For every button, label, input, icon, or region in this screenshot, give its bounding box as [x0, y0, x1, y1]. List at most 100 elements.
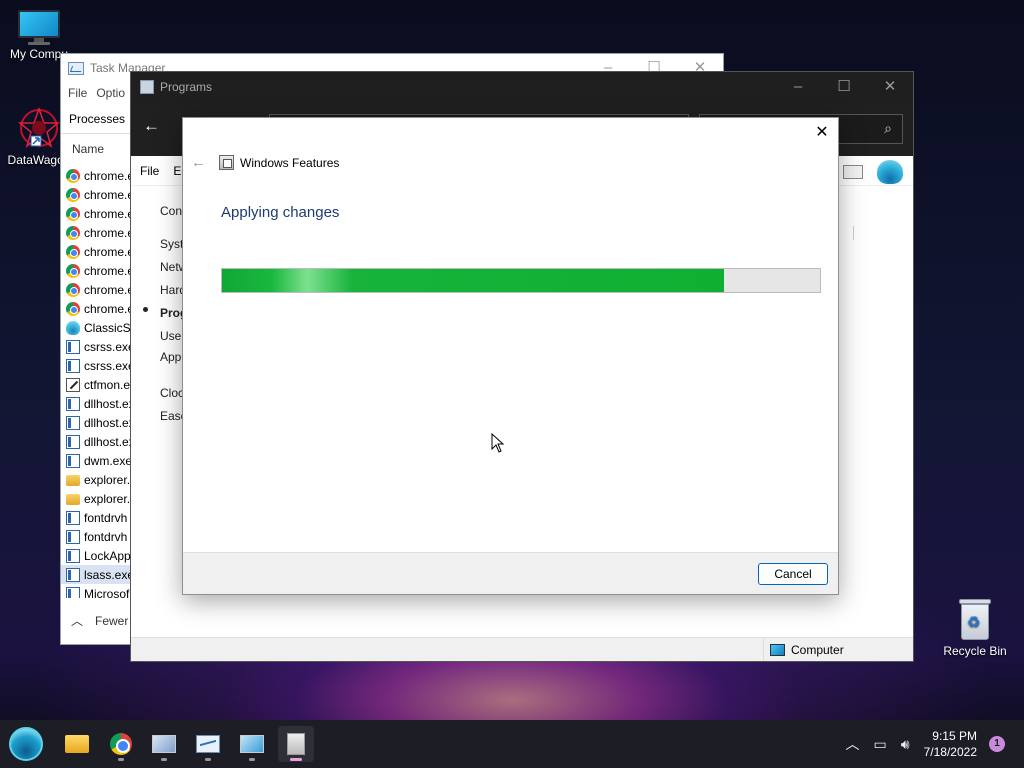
window-icon	[66, 548, 80, 563]
clock[interactable]: 9:15 PM 7/18/2022	[924, 728, 977, 760]
process-row[interactable]: chrome.e	[61, 185, 131, 204]
control-panel-icon	[140, 80, 154, 94]
chrome-icon	[66, 282, 80, 297]
programs-titlebar[interactable]: Programs – ☐ ✕	[131, 72, 913, 102]
process-row[interactable]: chrome.e	[61, 166, 131, 185]
process-name: dllhost.ex	[84, 434, 131, 449]
process-name: explorer.	[84, 491, 131, 506]
window-icon	[66, 415, 80, 430]
taskbar-control-panel[interactable]	[234, 726, 270, 762]
window-icon	[66, 510, 80, 525]
process-row[interactable]: explorer.	[61, 489, 131, 508]
active-bullet-icon	[143, 307, 148, 312]
process-name: chrome.e	[84, 263, 131, 278]
chrome-icon	[66, 301, 80, 316]
process-row[interactable]: csrss.exe	[61, 356, 131, 375]
process-name: fontdrvh	[84, 510, 128, 525]
chrome-icon	[66, 244, 80, 259]
taskbar-chrome[interactable]	[103, 726, 139, 762]
desktop-icon-recycle-bin[interactable]: ♻ Recycle Bin	[936, 597, 1014, 658]
process-name: csrss.exe	[84, 358, 131, 373]
computer-icon	[770, 643, 785, 656]
status-location-label: Computer	[791, 642, 844, 657]
windows-features-icon	[287, 733, 305, 755]
start-button[interactable]	[8, 726, 44, 762]
process-name: ClassicSt	[84, 320, 131, 335]
back-arrow-icon[interactable]: ←	[143, 116, 160, 136]
window-icon	[66, 586, 80, 598]
process-row[interactable]: dllhost.ex	[61, 394, 131, 413]
taskbar-windows-features[interactable]	[278, 726, 314, 762]
process-name: dllhost.ex	[84, 396, 131, 411]
status-location: Computer	[763, 638, 844, 661]
process-name: chrome.e	[84, 282, 131, 297]
process-row[interactable]: fontdrvh	[61, 508, 131, 527]
volume-icon[interactable]: 🔊︎	[901, 736, 910, 753]
window-icon	[66, 453, 80, 468]
process-name: chrome.e	[84, 168, 131, 183]
taskbar: ︿ ▭ 🔊︎ 9:15 PM 7/18/2022 1	[0, 720, 1024, 768]
cancel-button[interactable]: Cancel	[758, 563, 828, 585]
taskbar-this-pc[interactable]	[146, 726, 182, 762]
process-row[interactable]: Microsof	[61, 584, 131, 598]
menu-options[interactable]: Optio	[96, 86, 125, 100]
close-icon[interactable]: ✕	[867, 72, 913, 102]
process-row[interactable]: dllhost.ex	[61, 432, 131, 451]
process-list: chrome.e chrome.e chrome.e chrome.e chrome.e…	[61, 166, 131, 598]
process-name: chrome.e	[84, 206, 131, 221]
process-name: ctfmon.e	[84, 377, 131, 392]
chrome-icon	[110, 733, 132, 755]
process-name: dllhost.ex	[84, 415, 131, 430]
datawagon-icon	[17, 106, 61, 150]
process-name: LockApp	[84, 548, 131, 563]
process-row[interactable]: LockApp	[61, 546, 131, 565]
maximize-icon[interactable]: ☐	[821, 72, 867, 102]
menu-file[interactable]: File	[140, 164, 159, 178]
back-arrow-icon[interactable]: ←	[191, 154, 215, 171]
tab-processes[interactable]: Processes	[68, 109, 126, 129]
menu-file[interactable]: File	[68, 86, 87, 100]
clock-time: 9:15 PM	[932, 729, 977, 743]
process-row[interactable]: chrome.e	[61, 261, 131, 280]
process-row[interactable]: dwm.exe	[61, 451, 131, 470]
recycle-bin-icon: ♻	[957, 597, 993, 641]
process-row[interactable]: ctfmon.e	[61, 375, 131, 394]
status-heading: Applying changes	[221, 204, 340, 221]
classic-shell-icon[interactable]	[877, 160, 903, 184]
fewer-details-button[interactable]: ︿ Fewer	[71, 612, 128, 629]
progress-bar	[221, 268, 821, 293]
chrome-icon	[66, 187, 80, 202]
process-row[interactable]: chrome.e	[61, 223, 131, 242]
folder-icon	[66, 475, 80, 486]
network-icon[interactable]: ▭	[874, 736, 887, 753]
process-row[interactable]: chrome.e	[61, 242, 131, 261]
process-row[interactable]: csrss.exe	[61, 337, 131, 356]
process-row[interactable]: explorer.	[61, 470, 131, 489]
close-icon[interactable]: ✕	[812, 123, 832, 143]
process-row[interactable]: chrome.e	[61, 299, 131, 318]
this-pc-icon	[152, 735, 176, 753]
notification-badge[interactable]: 1	[989, 736, 1005, 752]
taskbar-task-manager[interactable]	[190, 726, 226, 762]
fewer-details-label: Fewer	[95, 613, 129, 628]
chevron-up-icon[interactable]: ︿	[846, 734, 860, 754]
chrome-icon	[66, 206, 80, 221]
minimize-icon[interactable]: –	[775, 72, 821, 102]
process-row[interactable]: fontdrvh	[61, 527, 131, 546]
process-name: fontdrvh	[84, 529, 128, 544]
dialog-title: Windows Features	[240, 155, 340, 170]
window-icon	[66, 434, 80, 449]
process-row[interactable]: chrome.e	[61, 280, 131, 299]
process-name: chrome.e	[84, 244, 131, 259]
process-row[interactable]: ClassicSt	[61, 318, 131, 337]
keyboard-icon[interactable]	[843, 165, 863, 179]
process-row[interactable]: dllhost.ex	[61, 413, 131, 432]
process-name: chrome.e	[84, 225, 131, 240]
task-manager-icon	[196, 735, 220, 753]
window-icon	[66, 339, 80, 354]
chrome-icon	[66, 263, 80, 278]
process-name: chrome.e	[84, 187, 131, 202]
taskbar-file-explorer[interactable]	[59, 726, 95, 762]
process-row[interactable]: lsass.exe	[61, 565, 131, 584]
process-row[interactable]: chrome.e	[61, 204, 131, 223]
